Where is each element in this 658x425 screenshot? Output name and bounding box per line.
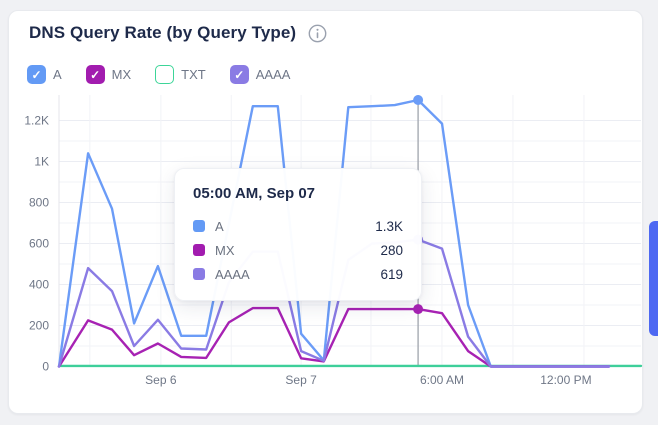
legend-label: MX	[112, 67, 132, 82]
legend-item-mx[interactable]: ✓ MX	[86, 65, 132, 84]
series-swatch	[193, 268, 205, 280]
tooltip-row-a: A 1.3K	[193, 214, 403, 238]
legend-item-a[interactable]: ✓A	[27, 65, 62, 84]
tooltip-series-value: 280	[380, 243, 403, 258]
tooltip-timestamp: 05:00 AM, Sep 07	[193, 185, 403, 202]
tooltip-series-label: MX	[215, 243, 235, 258]
chart-tooltip: 05:00 AM, Sep 07 A 1.3K MX 280 AAAA 619	[174, 168, 422, 301]
y-tick-label: 600	[29, 237, 49, 251]
checkbox-aaaa[interactable]: ✓	[230, 65, 249, 84]
y-tick-label: 1.2K	[24, 114, 49, 128]
tooltip-series-label: AAAA	[215, 267, 250, 282]
tooltip-row-aaaa: AAAA 619	[193, 262, 403, 286]
tooltip-series-value: 619	[380, 267, 403, 282]
series-swatch	[193, 244, 205, 256]
legend-label: A	[53, 67, 62, 82]
query-type-legend: ✓A✓MXTXT✓AAAA	[27, 65, 290, 84]
scrollbar-thumb[interactable]	[649, 221, 658, 336]
x-tick-label: Sep 7	[285, 373, 317, 387]
x-tick-label: 6:00 AM	[420, 373, 464, 387]
checkbox-mx[interactable]: ✓	[86, 65, 105, 84]
series-swatch	[193, 220, 205, 232]
y-tick-label: 0	[42, 360, 49, 374]
x-tick-label: Sep 6	[145, 373, 177, 387]
y-tick-label: 1K	[34, 155, 49, 169]
tooltip-series-value: 1.3K	[375, 219, 403, 234]
checkbox-txt[interactable]	[155, 65, 174, 84]
card-header: DNS Query Rate (by Query Type)	[29, 23, 626, 43]
checkbox-a[interactable]: ✓	[27, 65, 46, 84]
tooltip-series-label: A	[215, 219, 224, 234]
tooltip-row-mx: MX 280	[193, 238, 403, 262]
dns-query-rate-card: DNS Query Rate (by Query Type) ✓A✓MXTXT✓…	[8, 10, 643, 414]
y-tick-label: 800	[29, 196, 49, 210]
legend-item-txt[interactable]: TXT	[155, 65, 206, 84]
legend-label: AAAA	[256, 67, 291, 82]
y-tick-label: 200	[29, 319, 49, 333]
legend-item-aaaa[interactable]: ✓ AAAA	[230, 65, 291, 84]
y-tick-label: 400	[29, 278, 49, 292]
page-title: DNS Query Rate (by Query Type)	[29, 23, 296, 43]
legend-label: TXT	[181, 67, 206, 82]
info-circle-icon[interactable]	[308, 24, 327, 43]
highlight-dot-a	[413, 95, 423, 105]
highlight-dot-mx	[413, 304, 423, 314]
x-tick-label: 12:00 PM	[540, 373, 591, 387]
